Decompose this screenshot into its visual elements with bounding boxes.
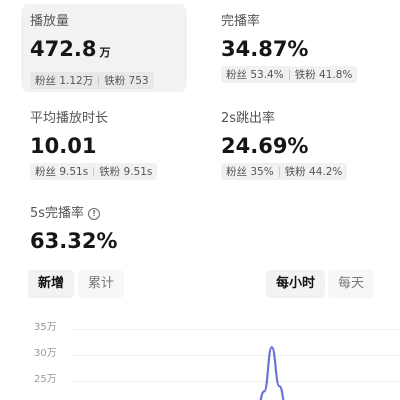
metric-breakdown: 粉丝 53.4% 铁粉 41.8% [221, 66, 358, 83]
metric-label: 5s完播率! [30, 206, 200, 222]
metric-label-text: 5s完播率 [30, 206, 85, 221]
info-icon[interactable]: ! [88, 208, 101, 220]
ironfans-value: 铁粉 753 [104, 75, 149, 87]
metric-label: 完播率 [221, 14, 261, 29]
gridline [70, 329, 400, 330]
separator [288, 69, 290, 80]
ironfans-value: 铁粉 44.2% [284, 166, 343, 178]
tab-cumulative[interactable]: 累计 [78, 270, 125, 298]
ironfans-value: 铁粉 9.51s [99, 166, 153, 178]
fans-value: 粉丝 1.12万 [35, 75, 94, 87]
tab-hourly[interactable]: 每小时 [266, 270, 326, 298]
y-tick-label: 25万 [34, 374, 57, 385]
metric-breakdown: 粉丝 1.12万 铁粉 753 [30, 72, 154, 89]
y-tick-label: 35万 [34, 322, 57, 333]
tab-new[interactable]: 新增 [28, 270, 75, 298]
fans-value: 粉丝 53.4% [226, 69, 284, 81]
fans-value: 粉丝 35% [226, 166, 274, 178]
tab-daily[interactable]: 每天 [328, 270, 375, 298]
metric-card-completion[interactable]: 完播率 34.87% 粉丝 53.4% 铁粉 41.8% [221, 14, 391, 83]
fans-value: 粉丝 9.51s [35, 166, 89, 178]
metric-breakdown: 粉丝 35% 铁粉 44.2% [221, 163, 348, 180]
metric-card-plays[interactable]: 播放量 472.8 万 粉丝 1.12万 铁粉 753 [21, 4, 187, 92]
metric-value: 34.87% [221, 37, 309, 61]
separator [98, 75, 100, 86]
metric-label: 2s跳出率 [221, 111, 276, 126]
metric-unit: 万 [99, 46, 111, 59]
gridline [70, 355, 400, 356]
metric-label: 平均播放时长 [30, 111, 109, 126]
gridline [70, 381, 400, 382]
ironfans-value: 铁粉 41.8% [294, 69, 353, 81]
metric-card-completion-5s[interactable]: 5s完播率! 63.32% [30, 206, 200, 254]
metric-value: 63.32% [30, 229, 118, 253]
metric-label: 播放量 [30, 14, 70, 29]
separator [93, 166, 95, 177]
metric-card-bounce-2s[interactable]: 2s跳出率 24.69% 粉丝 35% 铁粉 44.2% [221, 111, 391, 180]
metric-value-number: 472.8 [30, 37, 97, 61]
metric-value: 472.8 万 [30, 36, 187, 66]
y-tick-label: 30万 [34, 348, 57, 359]
metric-value: 10.01 [30, 134, 97, 158]
metric-breakdown: 粉丝 9.51s 铁粉 9.51s [30, 163, 158, 180]
metric-value: 24.69% [221, 134, 309, 158]
separator [278, 166, 280, 177]
metric-card-avg-duration[interactable]: 平均播放时长 10.01 粉丝 9.51s 铁粉 9.51s [30, 111, 200, 180]
